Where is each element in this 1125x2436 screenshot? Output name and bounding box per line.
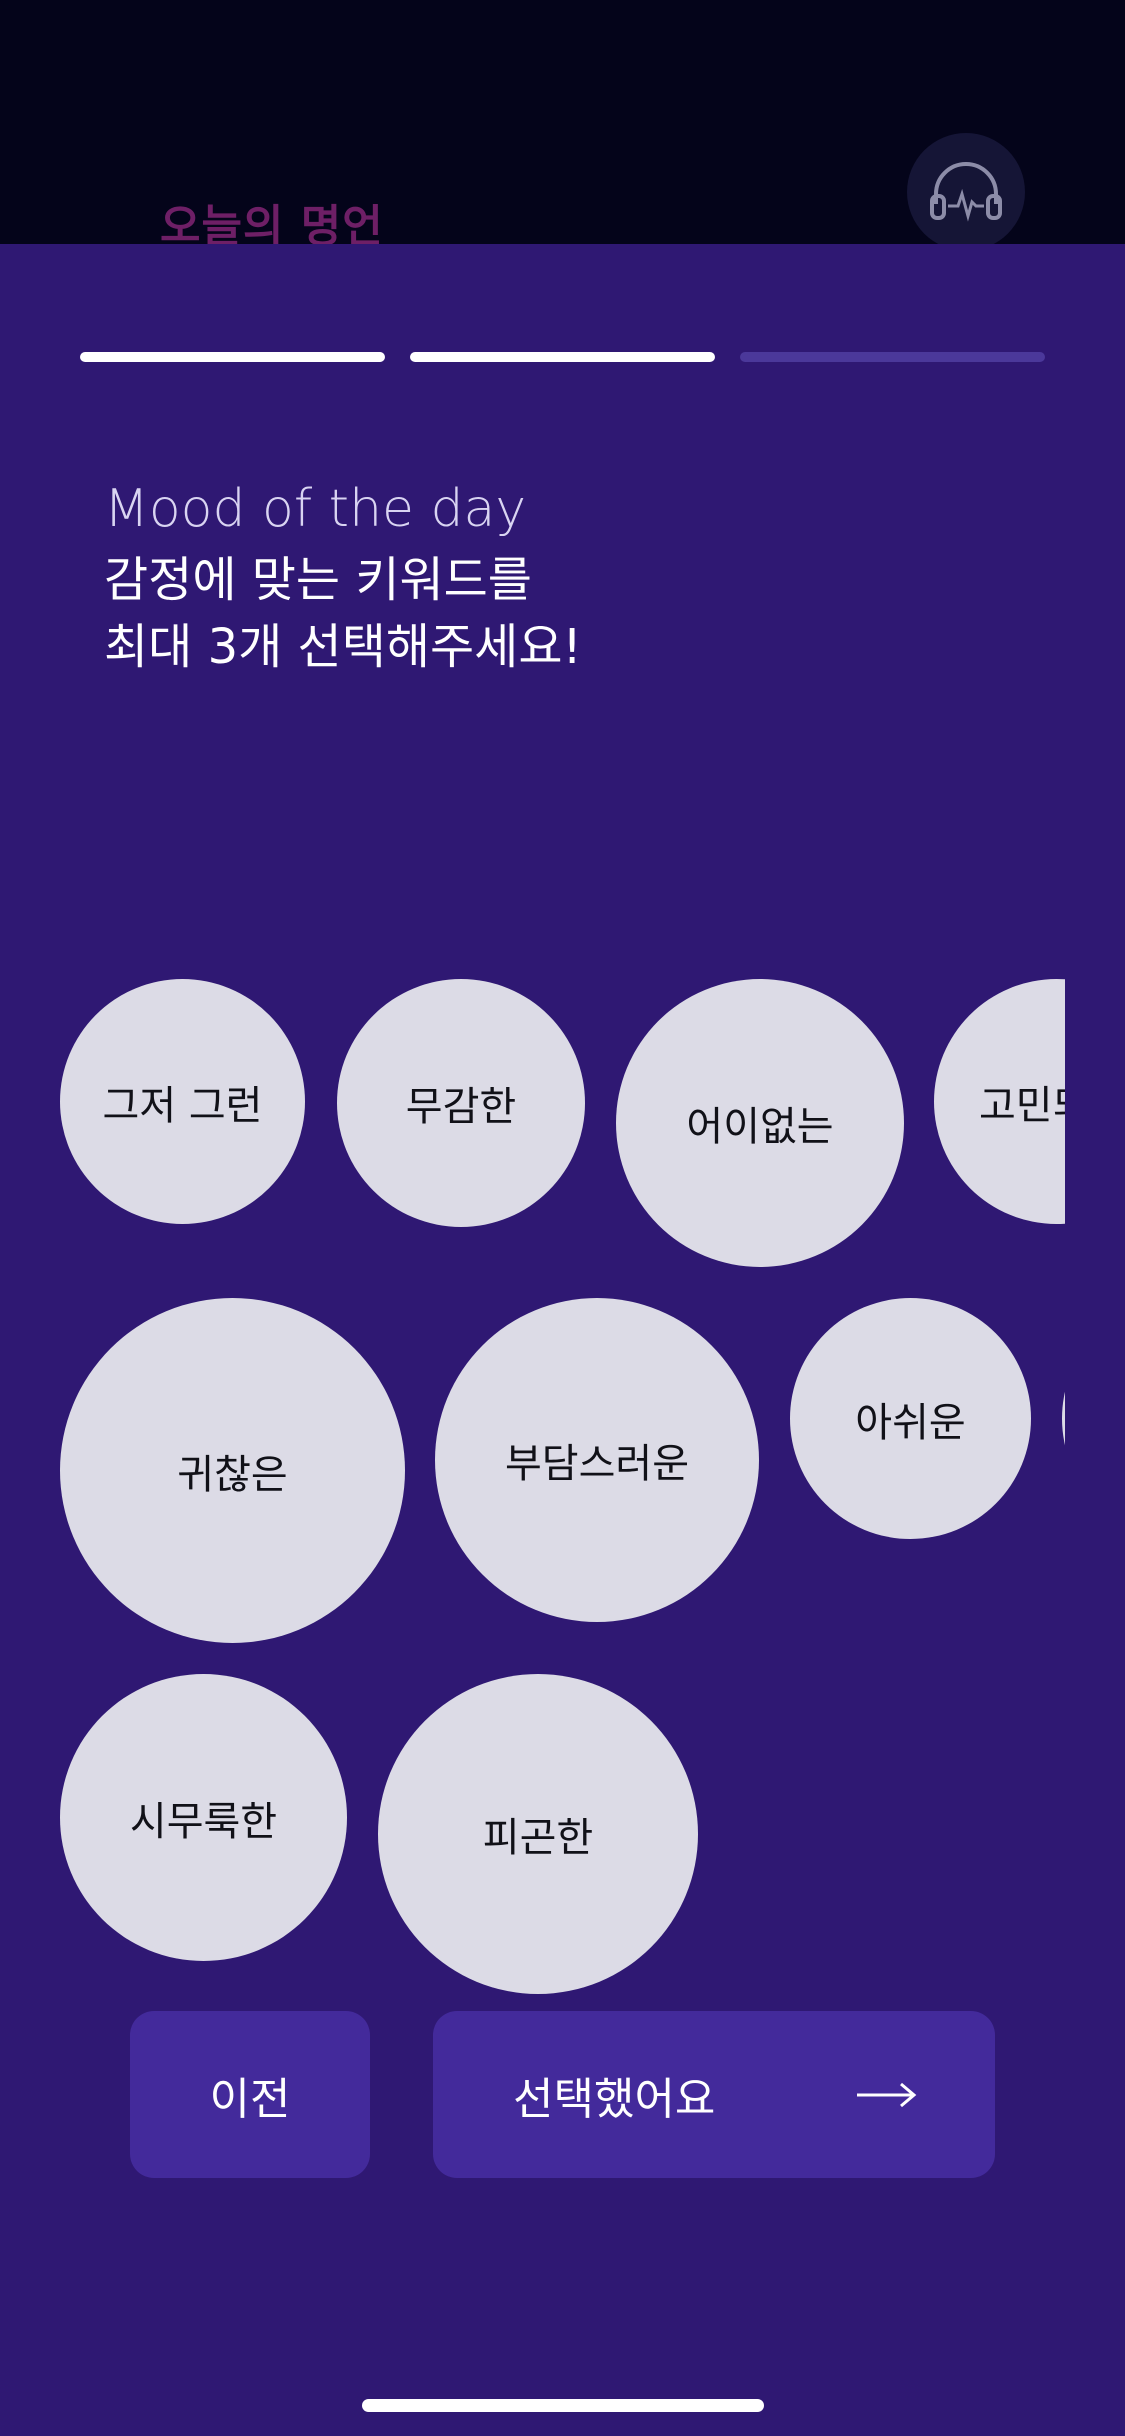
keyword-bubble[interactable]: 아쉬운 (790, 1298, 1031, 1539)
confirm-button-label: 선택했어요 (513, 2073, 716, 2125)
progress-step-1 (80, 352, 385, 362)
subtitle: Mood of the day (104, 479, 527, 539)
headline: 감정에 맞는 키워드를 최대 3개 선택해주세요! (104, 547, 582, 681)
headline-line-1: 감정에 맞는 키워드를 (104, 552, 532, 608)
home-indicator[interactable] (362, 2399, 764, 2412)
arrow-right-icon (857, 2082, 917, 2107)
keyword-bubble[interactable]: 부담스러운 (435, 1298, 759, 1622)
keyword-bubbles: 그저 그런 무감한 어이없는 고민되는 귀찮은 부담스러운 아쉬운 시무룩한 피… (0, 734, 1065, 2034)
keyword-bubble[interactable]: 귀찮은 (60, 1298, 405, 1643)
headline-line-2: 최대 3개 선택해주세요! (104, 619, 582, 675)
prev-button[interactable]: 이전 (130, 2011, 370, 2178)
keyword-bubble[interactable]: 시무룩한 (60, 1674, 347, 1961)
keyword-bubble[interactable]: 어이없는 (616, 979, 904, 1267)
headphone-icon (930, 162, 1002, 222)
prev-button-label: 이전 (209, 2073, 291, 2125)
keyword-bubble[interactable]: 피곤한 (378, 1674, 698, 1994)
keyword-bubble[interactable]: 고민되는 (934, 979, 1065, 1224)
headphone-button[interactable] (907, 133, 1025, 251)
progress-step-2 (410, 352, 715, 362)
confirm-button[interactable]: 선택했어요 (433, 2011, 995, 2178)
progress-step-3 (740, 352, 1045, 362)
mood-sheet: Mood of the day 감정에 맞는 키워드를 최대 3개 선택해주세요… (0, 244, 1125, 2436)
keyword-bubble[interactable]: 그저 그런 (60, 979, 305, 1224)
keyword-bubble[interactable]: 무감한 (337, 979, 585, 1227)
keyword-bubble[interactable] (1062, 1298, 1065, 1539)
